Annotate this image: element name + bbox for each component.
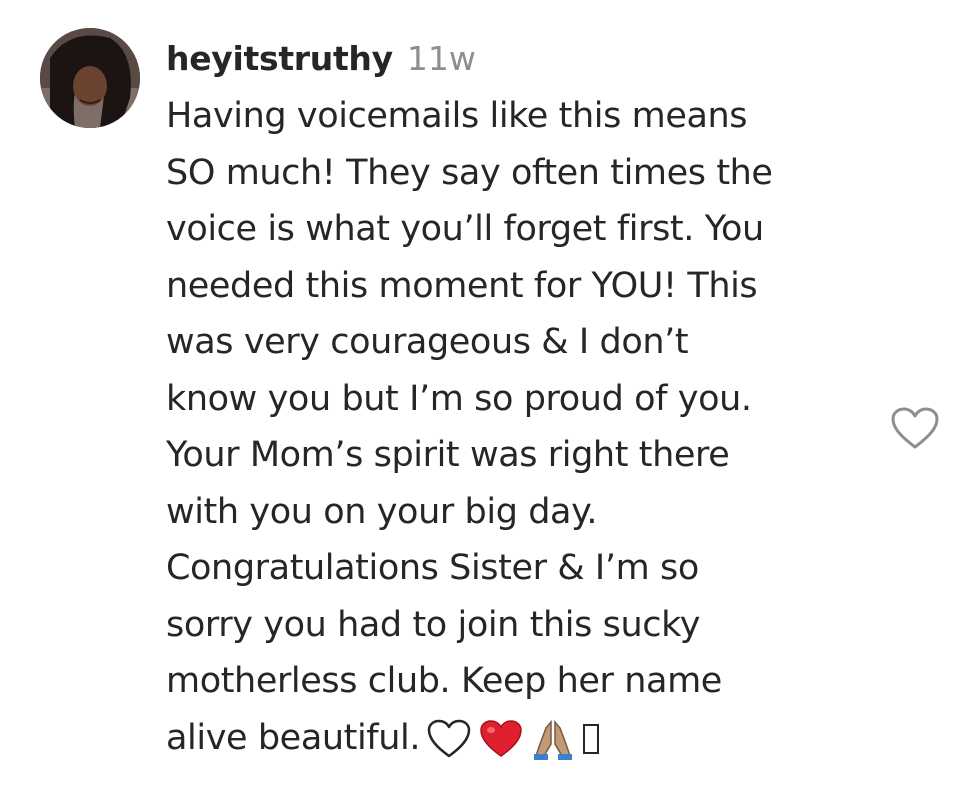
red-heart-icon — [478, 718, 524, 760]
comment-text-line: with you on your big day. — [166, 484, 866, 541]
comment-text-line: needed this moment for YOU! This — [166, 258, 866, 315]
comment-text-line: Having voicemails like this means — [166, 88, 866, 145]
avatar[interactable] — [40, 28, 140, 128]
username[interactable]: heyitstruthy — [166, 39, 393, 78]
missing-glyph-icon — [582, 723, 600, 755]
comment-text-line: Congratulations Sister & I’m so — [166, 540, 866, 597]
comment-text-content: voice is what you’ll forget first. You — [166, 209, 764, 249]
comment-text-line: motherless club. Keep her name — [166, 653, 866, 710]
comment-text-content: with you on your big day. — [166, 491, 598, 532]
comment-text-content: alive beautiful. — [166, 717, 421, 758]
comment-text-line: sorry you had to join this sucky — [166, 597, 866, 654]
comment-text-content: know you but I’m so proud of you. — [166, 378, 752, 419]
comment-text-line: know you but I’m so proud of you. — [166, 371, 866, 428]
comment-text-content: motherless club. Keep her name — [166, 661, 722, 701]
comment-text-line: alive beautiful. — [166, 710, 866, 767]
comment-header: heyitstruthy 11w — [166, 30, 866, 88]
like-button[interactable] — [889, 405, 941, 451]
heart-outline-icon — [891, 407, 939, 449]
comment-text-line: SO much! They say often times the — [166, 145, 866, 202]
comment-text-content: Your Mom’s spirit was right there — [166, 435, 730, 475]
comment-text-content: needed this moment for YOU! This — [166, 265, 758, 306]
comment-text-content: was very courageous & I don’t — [166, 322, 689, 362]
comment: heyitstruthy 11w Having voicemails like t… — [0, 0, 980, 801]
comment-text-line: was very courageous & I don’t — [166, 314, 866, 371]
comment-text-line: voice is what you’ll forget first. You — [166, 201, 866, 258]
white-heart-icon — [426, 718, 472, 760]
comment-text-content: sorry you had to join this sucky — [166, 604, 701, 645]
comment-text: Having voicemails like this means SO much… — [166, 88, 866, 766]
comment-text-content: Having voicemails like this means — [166, 96, 748, 136]
timestamp[interactable]: 11w — [407, 39, 476, 78]
comment-text-line: Your Mom’s spirit was right there — [166, 427, 866, 484]
comment-text-content: Congratulations Sister & I’m so — [166, 548, 699, 588]
folded-hands-icon — [530, 716, 576, 762]
comment-text-content: SO much! They say often times the — [166, 152, 773, 193]
comment-body: heyitstruthy 11w Having voicemails like t… — [166, 30, 866, 766]
